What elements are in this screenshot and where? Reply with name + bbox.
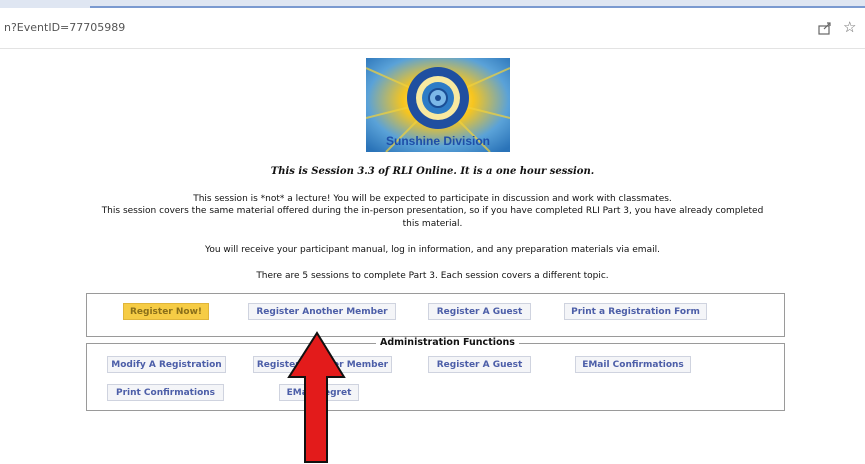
annotation-arrow-icon [287,331,346,463]
admin-functions-legend: Administration Functions [376,337,519,349]
rli-logo: Sunshine Division [366,58,510,152]
star-icon[interactable]: ☆ [843,18,856,36]
register-another-member-button[interactable]: Register Another Member [248,303,396,320]
register-now-button[interactable]: Register Now! [123,303,209,320]
info-line-3: this material. [402,219,463,229]
admin-register-guest-button[interactable]: Register A Guest [428,356,531,373]
modify-registration-button[interactable]: Modify A Registration [107,356,226,373]
info-line-5: There are 5 sessions to complete Part 3.… [256,271,609,281]
logo-division-text: Sunshine Division [386,134,490,148]
info-line-4: You will receive your participant manual… [205,245,660,255]
share-icon[interactable] [817,20,833,36]
register-guest-button[interactable]: Register A Guest [428,303,531,320]
session-headline: This is Session 3.3 of RLI Online. It is… [270,166,595,177]
email-confirmations-button[interactable]: EMail Confirmations [575,356,691,373]
url-text[interactable]: n?EventID=77705989 [4,21,125,34]
print-registration-form-button[interactable]: Print a Registration Form [564,303,707,320]
info-line-2: This session covers the same material of… [101,206,764,216]
address-bar[interactable]: n?EventID=77705989 ☆ [0,8,865,49]
print-confirmations-button[interactable]: Print Confirmations [107,384,224,401]
info-line-1: This session is *not* a lecture! You wil… [193,194,672,204]
